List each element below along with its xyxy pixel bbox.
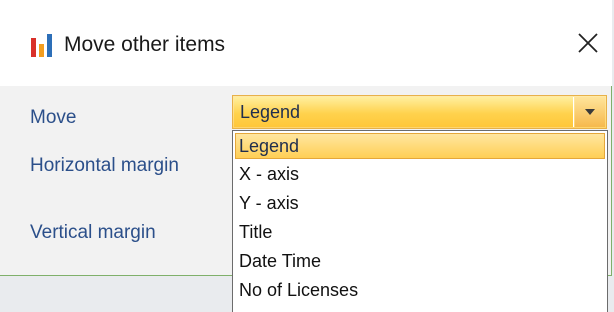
dropdown-option-no-of-licenses[interactable]: No of Licenses <box>235 277 605 303</box>
move-select-field[interactable]: Legend <box>234 97 574 127</box>
move-select-value: Legend <box>240 102 301 122</box>
move-select[interactable]: Legend <box>232 95 607 129</box>
horizontal-margin-label: Horizontal margin <box>30 155 179 176</box>
move-label: Move <box>30 107 77 128</box>
close-icon[interactable] <box>570 26 606 62</box>
dropdown-option-title[interactable]: Title <box>235 219 605 245</box>
dropdown-option-y-axis[interactable]: Y - axis <box>235 190 605 216</box>
move-select-dropdown-list: Legend X - axis Y - axis Title Date Time… <box>232 130 608 312</box>
vertical-margin-label: Vertical margin <box>30 222 156 243</box>
bar-chart-icon <box>31 34 52 57</box>
dropdown-option-date-time[interactable]: Date Time <box>235 248 605 274</box>
dropdown-option-x-axis[interactable]: X - axis <box>235 161 605 187</box>
dropdown-arrow-icon <box>585 109 595 115</box>
move-select-dropdown-button[interactable] <box>575 97 605 127</box>
title-bar: Move other items <box>0 0 612 86</box>
dialog-title: Move other items <box>64 33 226 56</box>
dropdown-option-legend[interactable]: Legend <box>235 133 605 159</box>
